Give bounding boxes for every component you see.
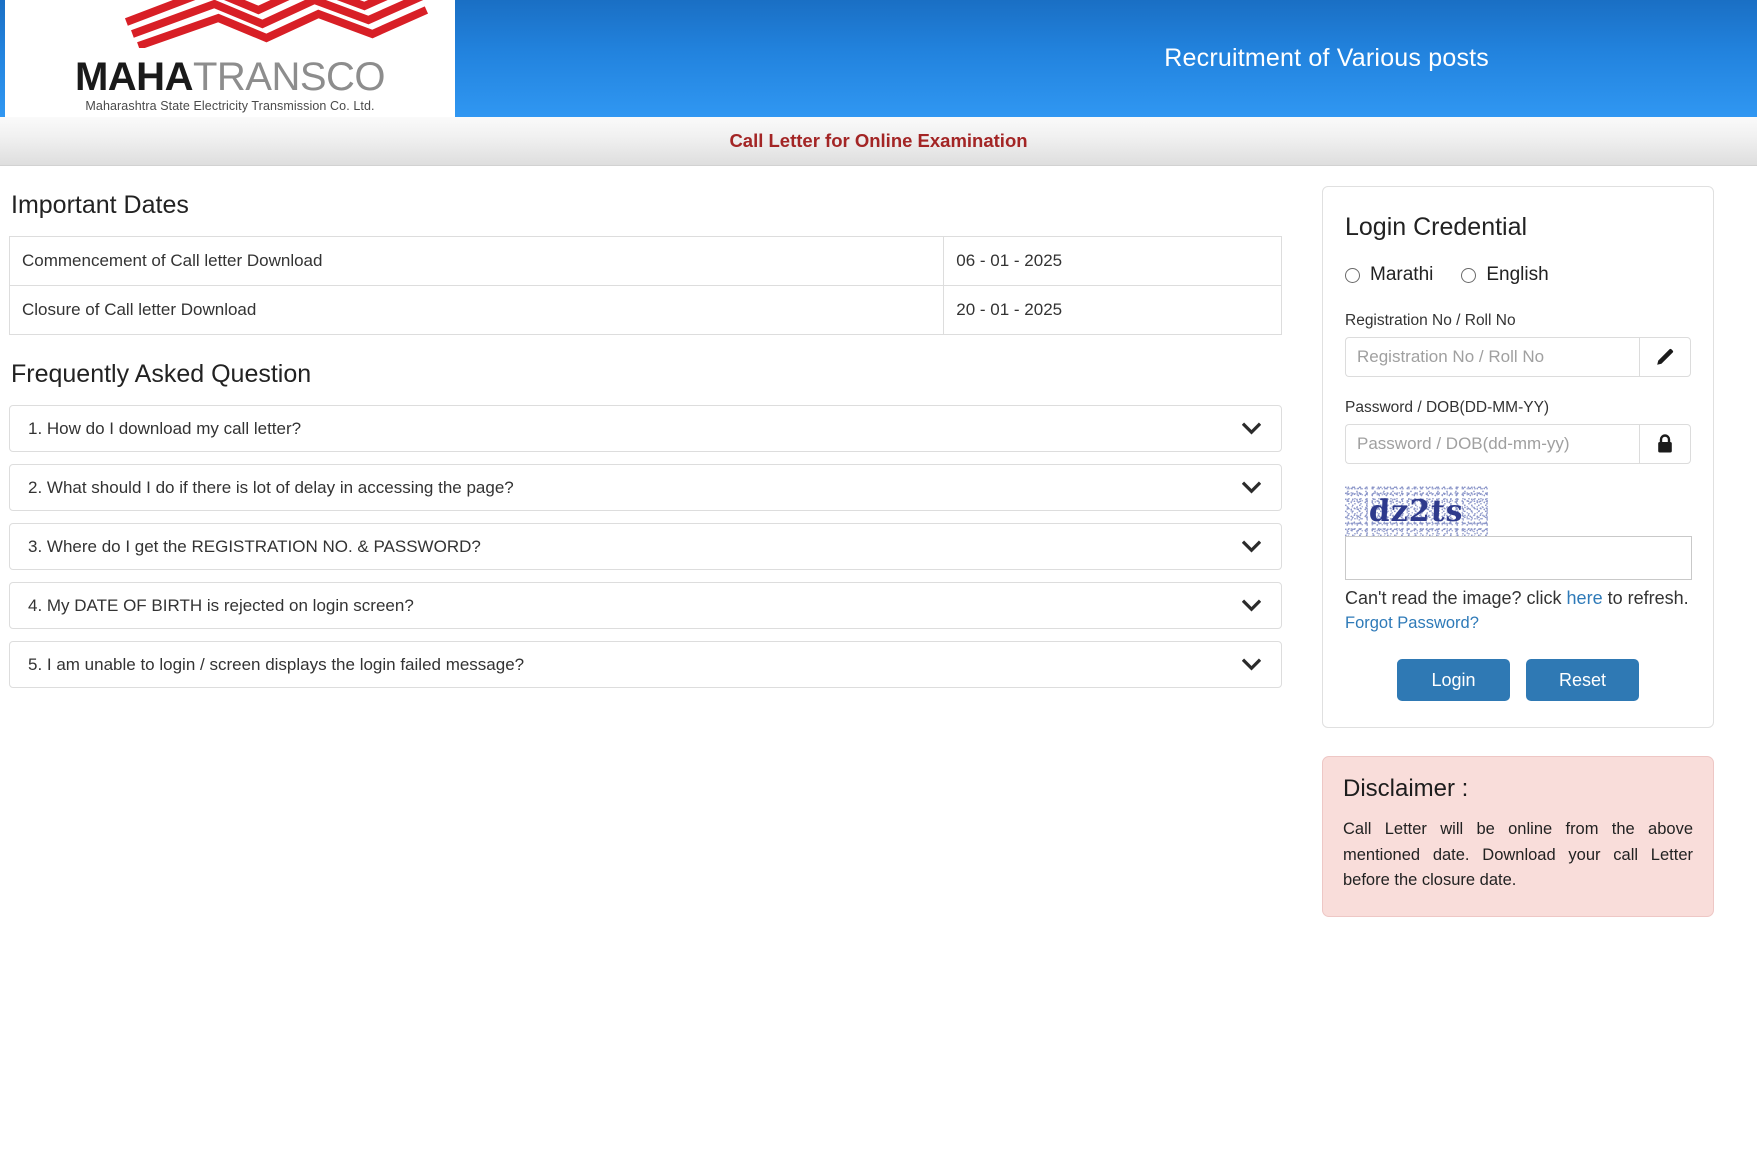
date-value: 20 - 01 - 2025	[943, 285, 1282, 335]
important-dates-heading: Important Dates	[11, 191, 189, 219]
faq-question: 2. What should I do if there is lot of d…	[28, 477, 514, 497]
faq-item[interactable]: 3. Where do I get the REGISTRATION NO. &…	[9, 523, 1282, 570]
faq-question: 4. My DATE OF BIRTH is rejected on login…	[28, 595, 414, 615]
faq-item[interactable]: 5. I am unable to login / screen display…	[9, 641, 1282, 688]
faq-question: 1. How do I download my call letter?	[28, 418, 302, 438]
language-label: Marathi	[1370, 264, 1434, 285]
header-title: Recruitment of Various posts	[1164, 44, 1489, 72]
language-label: English	[1486, 264, 1549, 285]
logo: MAHATRANSCO Maharashtra State Electricit…	[5, 0, 455, 117]
faq-item[interactable]: 1. How do I download my call letter?	[9, 405, 1282, 452]
faq-item[interactable]: 4. My DATE OF BIRTH is rejected on login…	[9, 582, 1282, 629]
radio-icon[interactable]	[1345, 267, 1360, 283]
logo-wordmark: MAHATRANSCO	[74, 55, 386, 99]
faq-heading: Frequently Asked Question	[11, 360, 312, 388]
chevron-down-icon[interactable]	[1242, 481, 1261, 494]
password-input[interactable]	[1345, 424, 1639, 464]
radio-icon[interactable]	[1461, 267, 1477, 283]
password-field-label: Password / DOB(DD-MM-YY)	[1345, 399, 1550, 416]
site-header: MAHATRANSCO Maharashtra State Electricit…	[0, 0, 1757, 117]
language-radio-group: Marathi English	[1345, 264, 1691, 286]
chevron-down-icon[interactable]	[1242, 658, 1261, 671]
lock-icon[interactable]	[1639, 424, 1691, 464]
logo-brand-bold: MAHA	[74, 55, 193, 99]
date-value: 06 - 01 - 2025	[943, 236, 1282, 286]
page-subtitle-bar: Call Letter for Online Examination	[0, 117, 1757, 166]
captcha-refresh-link[interactable]: here	[1567, 588, 1603, 608]
login-panel-title: Login Credential	[1345, 213, 1528, 241]
captcha-refresh-suffix: to refresh.	[1602, 588, 1689, 608]
logo-brand-light: TRANSCO	[192, 55, 386, 99]
logo-subtitle: Maharashtra State Electricity Transmissi…	[85, 99, 375, 113]
faq-list: 1. How do I download my call letter? 2. …	[9, 405, 1287, 688]
registration-input[interactable]	[1345, 337, 1639, 377]
password-input-group	[1345, 424, 1691, 464]
forgot-password-link[interactable]: Forgot Password?	[1345, 614, 1479, 633]
disclaimer-text: Call Letter will be online from the abov…	[1343, 820, 1693, 890]
captcha-refresh-prefix: Can't read the image? click	[1345, 588, 1567, 608]
page-subtitle: Call Letter for Online Examination	[729, 130, 1028, 151]
disclaimer-box: Disclaimer : Call Letter will be online …	[1322, 756, 1714, 917]
captcha-refresh-line: Can't read the image? click here to refr…	[1345, 585, 1691, 612]
captcha-text: dz2ts	[1368, 493, 1465, 529]
logo-wave-icon	[124, 0, 429, 48]
reset-button[interactable]: Reset	[1526, 659, 1639, 701]
registration-field-label: Registration No / Roll No	[1345, 312, 1516, 329]
important-dates-table: Commencement of Call letter Download 06 …	[8, 236, 1282, 335]
captcha-image: dz2ts	[1345, 486, 1488, 536]
language-option-marathi[interactable]: Marathi	[1345, 264, 1433, 286]
captcha-input[interactable]	[1345, 536, 1692, 580]
pencil-icon[interactable]	[1639, 337, 1691, 377]
date-label: Commencement of Call letter Download	[8, 236, 945, 286]
login-button-row: Login Reset	[1345, 659, 1691, 701]
language-option-english[interactable]: English	[1461, 264, 1549, 286]
page-body: Important Dates Commencement of Call let…	[0, 166, 1757, 917]
table-row: Commencement of Call letter Download 06 …	[8, 236, 1282, 286]
chevron-down-icon[interactable]	[1242, 540, 1261, 553]
faq-item[interactable]: 2. What should I do if there is lot of d…	[9, 464, 1282, 511]
table-row: Closure of Call letter Download 20 - 01 …	[8, 285, 1282, 335]
date-label: Closure of Call letter Download	[8, 285, 945, 335]
faq-question: 5. I am unable to login / screen display…	[28, 654, 525, 674]
right-column: Login Credential Marathi English Registr…	[1300, 166, 1757, 917]
faq-question: 3. Where do I get the REGISTRATION NO. &…	[28, 536, 481, 556]
disclaimer-heading: Disclaimer :	[1343, 775, 1469, 802]
chevron-down-icon[interactable]	[1242, 599, 1261, 612]
login-button[interactable]: Login	[1397, 659, 1510, 701]
registration-input-group	[1345, 337, 1691, 377]
login-panel: Login Credential Marathi English Registr…	[1322, 186, 1714, 728]
chevron-down-icon[interactable]	[1242, 422, 1261, 435]
left-column: Important Dates Commencement of Call let…	[0, 166, 1300, 700]
